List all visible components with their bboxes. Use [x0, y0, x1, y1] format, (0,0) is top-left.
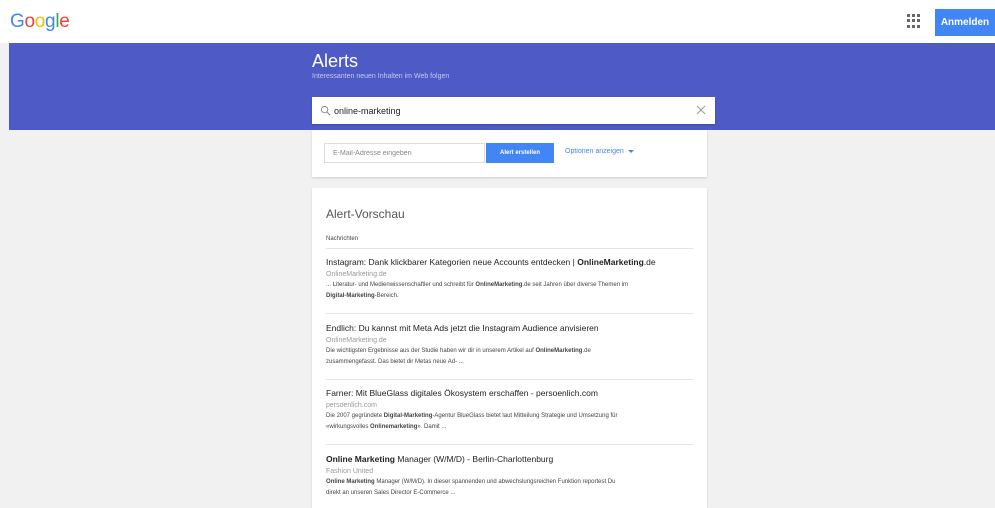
- search-input[interactable]: [334, 101, 694, 120]
- show-options-label: Optionen anzeigen: [565, 148, 624, 155]
- result-title-link[interactable]: Instagram: Dank klickbarer Kategorien ne…: [326, 256, 693, 268]
- create-alert-button[interactable]: Alert erstellen: [486, 143, 554, 163]
- result-snippet: direkt an unseren Sales Director E-Comme…: [326, 490, 456, 496]
- result-snippet: Online Marketing Manager (W/M/D). In die…: [326, 479, 616, 485]
- apps-grid-icon[interactable]: [907, 14, 921, 28]
- result-source: OnlineMarketing.de: [326, 337, 387, 344]
- divider: [326, 313, 693, 314]
- search-icon: [320, 105, 331, 116]
- result-title-link[interactable]: Endlich: Du kannst mit Meta Ads jetzt di…: [326, 322, 693, 334]
- result-item: Instagram: Dank klickbarer Kategorien ne…: [326, 256, 693, 314]
- result-snippet: Die wichtigsten Ergebnisse aus der Studi…: [326, 348, 591, 354]
- divider: [326, 379, 693, 380]
- result-source: persoenlich.com: [326, 402, 377, 409]
- caret-down-icon: [627, 150, 634, 153]
- result-item: Endlich: Du kannst mit Meta Ads jetzt di…: [326, 322, 693, 380]
- result-item: Online Marketing Manager (W/M/D) - Berli…: [326, 453, 693, 499]
- close-icon[interactable]: [695, 104, 707, 116]
- alert-form-card: Alert erstellen Optionen anzeigen: [312, 130, 707, 177]
- email-field[interactable]: [324, 143, 485, 163]
- show-options-link[interactable]: Optionen anzeigen: [565, 148, 634, 155]
- divider: [326, 248, 693, 249]
- result-snippet: «wirkungsvolles Onlinemarketing». Damit …: [326, 424, 447, 430]
- signin-button[interactable]: Anmelden: [935, 9, 995, 36]
- page-title: Alerts: [312, 51, 359, 71]
- result-snippet: zusammengefasst. Das bietet dir Metas ne…: [326, 359, 464, 365]
- result-title-link[interactable]: Farner: Mit BlueGlass digitales Ökosyste…: [326, 387, 693, 399]
- google-logo[interactable]: Google: [10, 11, 70, 33]
- section-label-news: Nachrichten: [326, 236, 359, 242]
- result-item: Farner: Mit BlueGlass digitales Ökosyste…: [326, 387, 693, 445]
- result-title-link[interactable]: Online Marketing Manager (W/M/D) - Berli…: [326, 453, 693, 465]
- top-bar: Google Anmelden: [0, 0, 995, 43]
- page-subtitle: Interessanten neuen Inhalten im Web folg…: [312, 73, 450, 80]
- search-box: [312, 97, 715, 124]
- alerts-header: Alerts Interessanten neuen Inhalten im W…: [9, 43, 995, 130]
- result-snippet: ... Literatur- und Medienwissenschaftler…: [326, 282, 629, 288]
- result-snippet: Die 2007 gegründete Digital-Marketing-Ag…: [326, 413, 618, 419]
- preview-title: Alert-Vorschau: [326, 207, 405, 221]
- divider: [326, 444, 693, 445]
- result-snippet: Digital-Marketing-Bereich.: [326, 293, 399, 299]
- alert-preview-card: Alert-Vorschau Nachrichten Instagram: Da…: [312, 188, 707, 508]
- result-source: OnlineMarketing.de: [326, 271, 387, 278]
- result-source: Fashion United: [326, 468, 374, 475]
